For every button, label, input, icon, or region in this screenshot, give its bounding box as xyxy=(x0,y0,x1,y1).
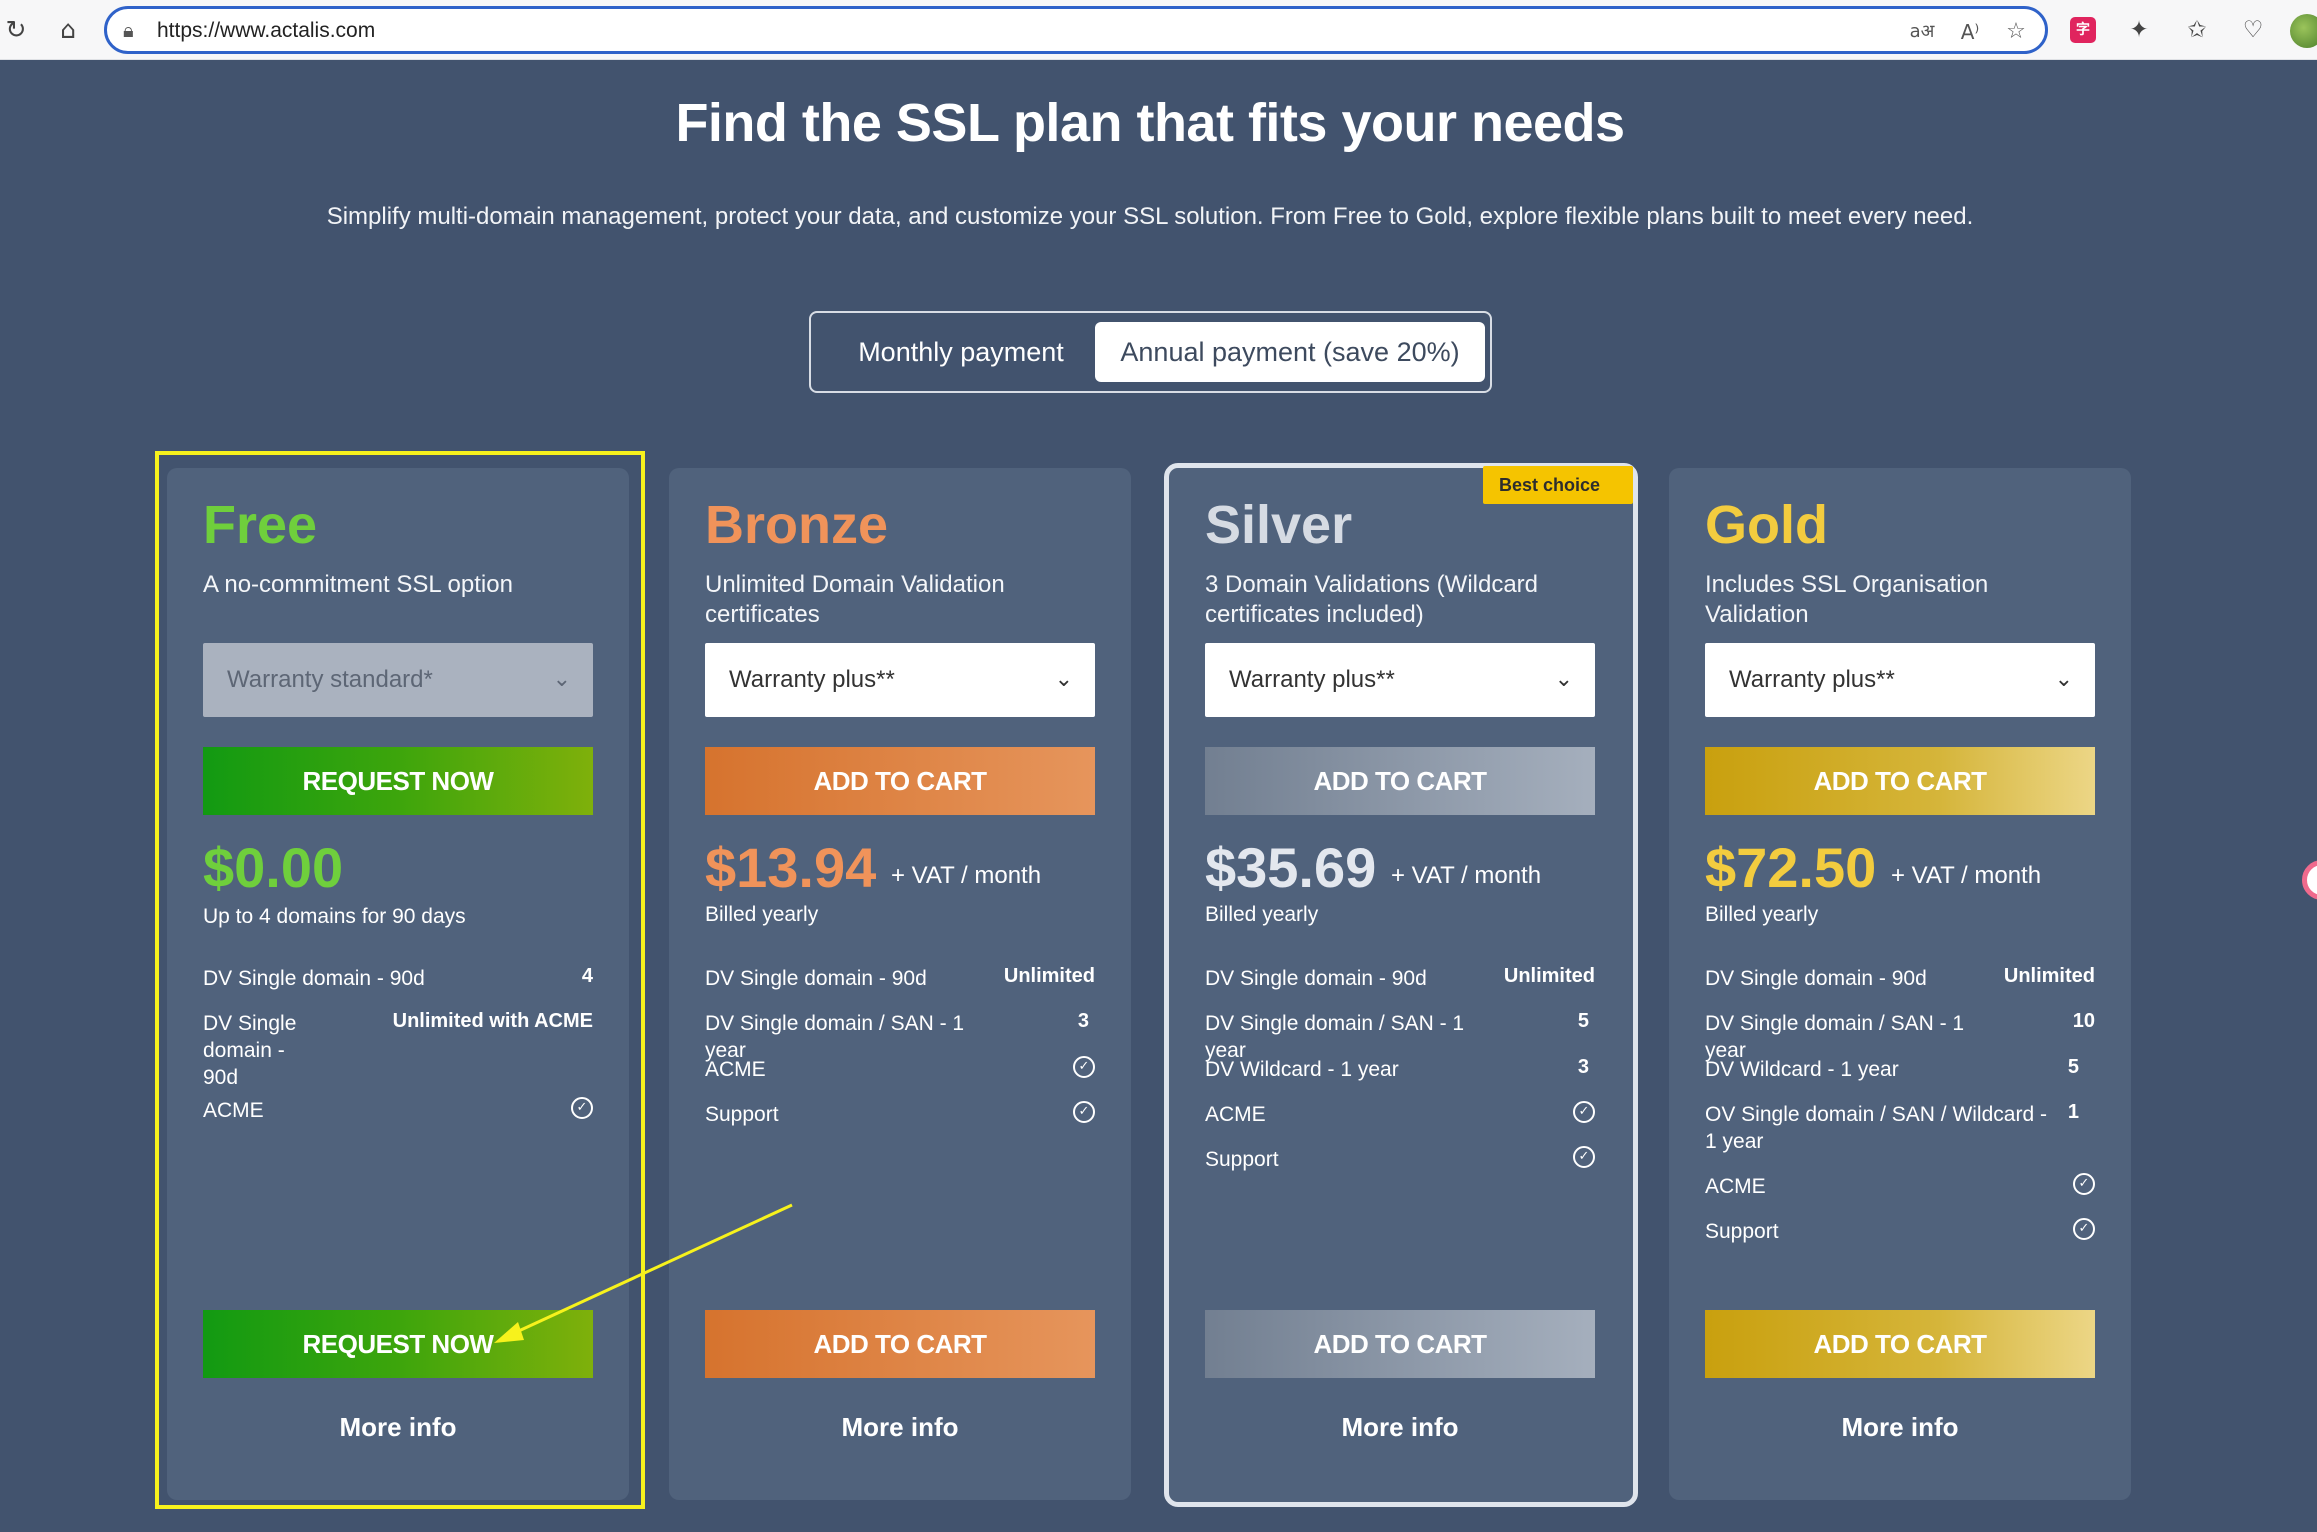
chevron-down-icon: ⌄ xyxy=(2054,667,2073,692)
feature-label: Support xyxy=(1705,1220,1779,1243)
profile-avatar[interactable] xyxy=(2290,14,2317,48)
plan-billing-note: Billed yearly xyxy=(1705,903,1819,926)
check-icon: ✓ xyxy=(1573,1146,1595,1168)
plan-price: $13.94 xyxy=(705,836,877,899)
price-unit: + VAT / month xyxy=(1891,862,2042,889)
warranty-select[interactable]: Warranty plus** ⌄ xyxy=(705,643,1095,717)
feature-label: Support xyxy=(1205,1148,1279,1171)
annotation-highlight-box xyxy=(155,451,645,1509)
plan-card-gold: Gold Includes SSL Organisation Validatio… xyxy=(1669,468,2131,1500)
add-to-cart-button[interactable]: ADD TO CART xyxy=(1205,1310,1595,1378)
warranty-select-value: Warranty plus** xyxy=(1729,666,1895,693)
add-to-cart-button[interactable]: ADD TO CART xyxy=(1705,1310,2095,1378)
side-widget-icon[interactable] xyxy=(2302,860,2317,900)
more-info-link[interactable]: More info xyxy=(1705,1412,2095,1443)
more-info-link[interactable]: More info xyxy=(1205,1412,1595,1443)
browser-toolbar: ↻ ⌂ 🔒︎ https://www.actalis.com aअ A⁾ ☆ 字… xyxy=(0,0,2317,60)
feature-label: DV Wildcard - 1 year xyxy=(1705,1058,1899,1081)
feature-label: ACME xyxy=(705,1058,766,1081)
billing-toggle: Monthly payment Annual payment (save 20%… xyxy=(809,311,1492,393)
plan-name: Gold xyxy=(1705,495,1828,555)
check-icon: ✓ xyxy=(1073,1056,1095,1078)
check-icon: ✓ xyxy=(1573,1101,1595,1123)
plan-description: 3 Domain Validations (Wildcard certifica… xyxy=(1205,571,1539,628)
favorites-icon[interactable]: ✩ xyxy=(2182,15,2212,45)
feature-value: 3 xyxy=(1077,1010,1089,1032)
plan-description: Unlimited Domain Validation certificates xyxy=(705,571,1005,628)
feature-label: Support xyxy=(705,1103,779,1126)
feature-label: DV Single domain - 90d xyxy=(1205,967,1427,990)
feature-value: 5 xyxy=(1577,1010,1589,1032)
feature-value: 10 xyxy=(2072,1010,2095,1032)
warranty-select-value: Warranty plus** xyxy=(729,666,895,693)
more-info-link[interactable]: More info xyxy=(705,1412,1095,1443)
price-unit: + VAT / month xyxy=(1391,862,1542,889)
page-title: Find the SSL plan that fits your needs xyxy=(675,93,1625,153)
chevron-down-icon: ⌄ xyxy=(1054,667,1073,692)
add-to-cart-button[interactable]: ADD TO CART xyxy=(1705,747,2095,815)
plan-billing-note: Billed yearly xyxy=(705,903,819,926)
puzzle-icon[interactable]: ✦ xyxy=(2124,15,2154,45)
lock-icon[interactable]: 🔒︎ xyxy=(123,18,147,42)
warranty-select[interactable]: Warranty plus** ⌄ xyxy=(1705,643,2095,717)
translate-icon[interactable]: aअ xyxy=(1907,17,1937,47)
monthly-payment-option[interactable]: Monthly payment xyxy=(821,322,1101,382)
feature-value: Unlimited xyxy=(1003,965,1095,987)
address-bar[interactable]: 🔒︎ https://www.actalis.com aअ A⁾ ☆ xyxy=(104,6,2048,54)
feature-value: Unlimited xyxy=(2003,965,2095,987)
feature-value: 5 xyxy=(2067,1056,2079,1078)
check-icon: ✓ xyxy=(2073,1173,2095,1195)
check-icon: ✓ xyxy=(2073,1218,2095,1240)
feature-label: DV Single domain - 90d xyxy=(705,967,927,990)
plan-card-bronze: Bronze Unlimited Domain Validation certi… xyxy=(669,468,1131,1500)
read-aloud-icon[interactable]: A⁾ xyxy=(1955,17,1985,47)
plan-description: Includes SSL Organisation Validation xyxy=(1705,571,1989,628)
home-icon[interactable]: ⌂ xyxy=(54,16,82,44)
add-to-cart-button[interactable]: ADD TO CART xyxy=(705,1310,1095,1378)
price-unit: + VAT / month xyxy=(891,862,1042,889)
check-icon: ✓ xyxy=(1073,1101,1095,1123)
warranty-select[interactable]: Warranty plus** ⌄ xyxy=(1205,643,1595,717)
warranty-select-value: Warranty plus** xyxy=(1229,666,1395,693)
plan-card-silver: Best choice Silver 3 Domain Validations … xyxy=(1164,463,1638,1507)
feature-label: ACME xyxy=(1705,1175,1766,1198)
extension-icon[interactable]: 字 xyxy=(2070,17,2096,43)
add-to-cart-button[interactable]: ADD TO CART xyxy=(705,747,1095,815)
feature-label: DV Wildcard - 1 year xyxy=(1205,1058,1399,1081)
plan-price: $72.50 xyxy=(1705,836,1877,899)
feature-label: DV Single domain - 90d xyxy=(1705,967,1927,990)
star-icon[interactable]: ☆ xyxy=(2001,17,2031,47)
plan-name: Silver xyxy=(1205,495,1353,555)
feature-value: 1 xyxy=(2067,1101,2079,1123)
health-icon[interactable]: ♡ xyxy=(2238,15,2268,45)
url-text[interactable]: https://www.actalis.com xyxy=(157,19,375,43)
annual-payment-option[interactable]: Annual payment (save 20%) xyxy=(1095,322,1485,382)
plan-billing-note: Billed yearly xyxy=(1205,903,1319,926)
feature-value: 3 xyxy=(1577,1056,1589,1078)
page-subtitle: Simplify multi-domain management, protec… xyxy=(326,203,1974,230)
feature-label: OV Single domain / SAN / Wildcard - 1 ye… xyxy=(1705,1103,2047,1153)
plan-name: Bronze xyxy=(705,495,889,555)
chevron-down-icon: ⌄ xyxy=(1554,667,1573,692)
feature-label: ACME xyxy=(1205,1103,1266,1126)
feature-value: Unlimited xyxy=(1503,965,1595,987)
refresh-icon[interactable]: ↻ xyxy=(2,16,30,44)
add-to-cart-button[interactable]: ADD TO CART xyxy=(1205,747,1595,815)
plan-price: $35.69 xyxy=(1205,836,1377,899)
